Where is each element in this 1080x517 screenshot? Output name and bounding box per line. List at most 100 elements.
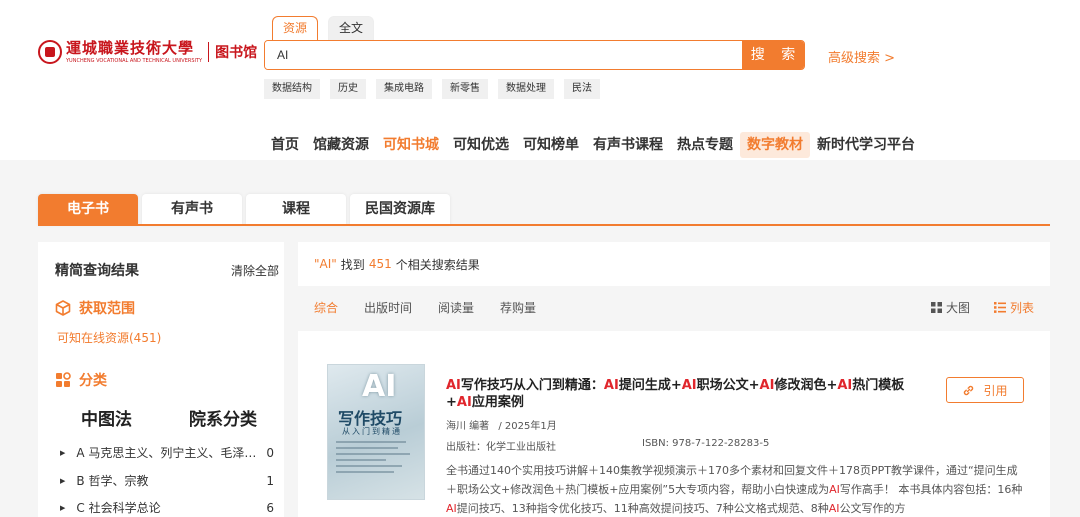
tab-audiobook[interactable]: 有声书 (142, 194, 242, 225)
expand-triangle-icon: ▶ (60, 476, 66, 485)
cube-icon (55, 300, 71, 316)
view-grid-button[interactable]: 大图 (930, 299, 970, 316)
text-segment: 公文写作的方 (839, 502, 906, 515)
tab-republic-archive[interactable]: 民国资源库 (350, 194, 450, 225)
cite-label: 引用 (983, 383, 1008, 398)
keyword-highlight: AI (829, 483, 840, 496)
text-segment: 应用案例 (471, 395, 524, 410)
nav-hot-topics[interactable]: 热点专题 (670, 132, 740, 158)
category-item[interactable]: ▶ C 社会科学总论 6 (60, 499, 274, 516)
results-summary: "AI" 找到 451 个相关搜索结果 (298, 242, 1050, 286)
book-isbn: ISBN: 978-7-122-28283-5 (642, 438, 770, 449)
book-date: / 2025年1月 (498, 421, 557, 432)
nav-collection[interactable]: 馆藏资源 (306, 132, 376, 158)
category-label: C 社会科学总论 (76, 501, 161, 515)
hot-tag[interactable]: 数据结构 (264, 79, 320, 99)
logo-divider (208, 42, 210, 62)
university-emblem-icon (38, 40, 62, 64)
scope-item[interactable]: 可知在线资源(451) (57, 329, 161, 346)
search-input[interactable] (265, 41, 742, 69)
sort-publish-time[interactable]: 出版时间 (364, 299, 412, 316)
main-nav: 首页 馆藏资源 可知书城 可知优选 可知榜单 有声书课程 热点专题 数字教材 新… (264, 132, 922, 158)
cite-button[interactable]: 引用 (946, 377, 1024, 403)
view-list-button[interactable]: 列表 (993, 299, 1034, 316)
keyword-highlight: AI (828, 502, 840, 515)
grid-icon (930, 302, 942, 313)
category-item[interactable]: ▶ B 哲学、宗教 1 (60, 472, 274, 489)
sort-bar: 综合 出版时间 阅读量 荐购量 大图 列表 (298, 292, 1050, 322)
book-author[interactable]: 海川 编著 (446, 421, 489, 432)
book-title[interactable]: AI写作技巧从入门到精通：AI提问生成+AI职场公文+AI修改润色+AI热门模板… (446, 377, 926, 411)
search-tab-fulltext[interactable]: 全文 (328, 16, 375, 40)
university-logo[interactable]: 運城職業技術大學 YUNCHENG VOCATIONAL AND TECHNIC… (38, 38, 257, 66)
book-author-date: 海川 编著 / 2025年1月 (446, 417, 557, 432)
text-segment: 写作技巧从入门到精通： (460, 378, 604, 393)
university-name-en: YUNCHENG VOCATIONAL AND TECHNICAL UNIVER… (66, 57, 203, 64)
hot-tag[interactable]: 历史 (330, 79, 366, 99)
sort-reads[interactable]: 阅读量 (438, 299, 474, 316)
found-label: 找到 (340, 257, 365, 272)
keyword-highlight: AI (456, 395, 472, 410)
category-count: 1 (266, 473, 274, 488)
search-tab-resource[interactable]: 资源 (272, 16, 319, 40)
tab-course[interactable]: 课程 (246, 194, 346, 225)
filter-sidebar: 精简查询结果 清除全部 获取范围 可知在线资源(451) 分类 中图法 院系分类… (38, 242, 284, 517)
keyword-highlight: AI (446, 378, 461, 393)
scope-section-title: 获取范围 (55, 298, 135, 318)
result-card: AI 写作技巧 从入门到精通 AI写作技巧从入门到精通：AI提问生成+AI职场公… (298, 331, 1050, 517)
text-segment: 写作高手！ 本书具体内容包括：16种 (839, 483, 1023, 496)
university-name: 運城職業技術大學 (66, 38, 195, 57)
category-title-label: 分类 (79, 373, 107, 389)
category-label: A 马克思主义、列宁主义、毛泽东... (76, 446, 258, 460)
header: 運城職業技術大學 YUNCHENG VOCATIONAL AND TECHNIC… (0, 0, 1080, 160)
category-grid-icon (56, 372, 71, 387)
hot-tag[interactable]: 新零售 (442, 79, 488, 99)
query-text: "AI" (314, 257, 337, 271)
category-count: 6 (266, 500, 274, 515)
book-publisher: 出版社：化学工业出版社 (446, 442, 556, 453)
nav-selected[interactable]: 可知优选 (446, 132, 516, 158)
cover-big-text: AI (362, 369, 397, 404)
tabs-underline (38, 224, 1050, 226)
nav-learning-platform[interactable]: 新时代学习平台 (810, 132, 922, 158)
hot-tag[interactable]: 民法 (564, 79, 600, 99)
sidebar-title: 精简查询结果 (55, 263, 139, 279)
book-description: 全书通过140个实用技巧讲解＋140集教学视频演示＋170多个素材和回复文件＋1… (446, 461, 1026, 517)
search-type-tabs: 资源 全文 (272, 16, 375, 40)
keyword-highlight: AI (603, 378, 619, 393)
book-cover[interactable]: AI 写作技巧 从入门到精通 (327, 364, 425, 500)
link-icon (964, 385, 974, 395)
sort-recommend[interactable]: 荐购量 (500, 299, 536, 316)
text-segment: 职场公文+ (696, 378, 760, 393)
advanced-search-link[interactable]: 高级搜索 > (828, 47, 895, 66)
keyword-highlight: AI (837, 378, 853, 393)
hot-tag[interactable]: 数据处理 (498, 79, 554, 99)
nav-digital-textbook[interactable]: 数字教材 (740, 132, 810, 158)
hot-tags: 数据结构 历史 集成电路 新零售 数据处理 民法 (264, 79, 600, 99)
sort-comprehensive[interactable]: 综合 (314, 299, 338, 316)
nav-ranking[interactable]: 可知榜单 (516, 132, 586, 158)
class-tab-department[interactable]: 院系分类 (189, 405, 257, 430)
category-item[interactable]: ▶ A 马克思主义、列宁主义、毛泽东... 0 (60, 444, 274, 461)
scope-title-label: 获取范围 (79, 301, 135, 317)
text-segment: 提问技巧、13种指令优化技巧、11种高效提问技巧、7种公文格式规范、8种 (456, 502, 829, 515)
search-button[interactable]: 搜 索 (742, 41, 804, 69)
category-section-title: 分类 (55, 370, 107, 390)
results-suffix: 个相关搜索结果 (395, 257, 480, 272)
tab-ebook[interactable]: 电子书 (38, 194, 138, 225)
cover-subtitle: 从入门到精通 (342, 427, 402, 436)
category-label: B 哲学、宗教 (76, 474, 149, 488)
nav-audiobook-course[interactable]: 有声书课程 (586, 132, 670, 158)
hot-tag[interactable]: 集成电路 (376, 79, 432, 99)
text-segment: 修改润色+ (774, 378, 838, 393)
nav-home[interactable]: 首页 (264, 132, 306, 158)
resource-tabs: 电子书 有声书 课程 民国资源库 (38, 194, 450, 225)
class-tab-clc[interactable]: 中图法 (81, 405, 132, 430)
nav-bookstore[interactable]: 可知书城 (376, 132, 446, 158)
clear-all-button[interactable]: 清除全部 (231, 262, 279, 279)
cover-decoration (336, 441, 416, 477)
search-box: 搜 索 (264, 40, 805, 70)
view-switch: 大图 列表 (930, 299, 1034, 316)
library-label: 图书馆 (215, 45, 258, 61)
results-count: 451 (368, 257, 392, 271)
